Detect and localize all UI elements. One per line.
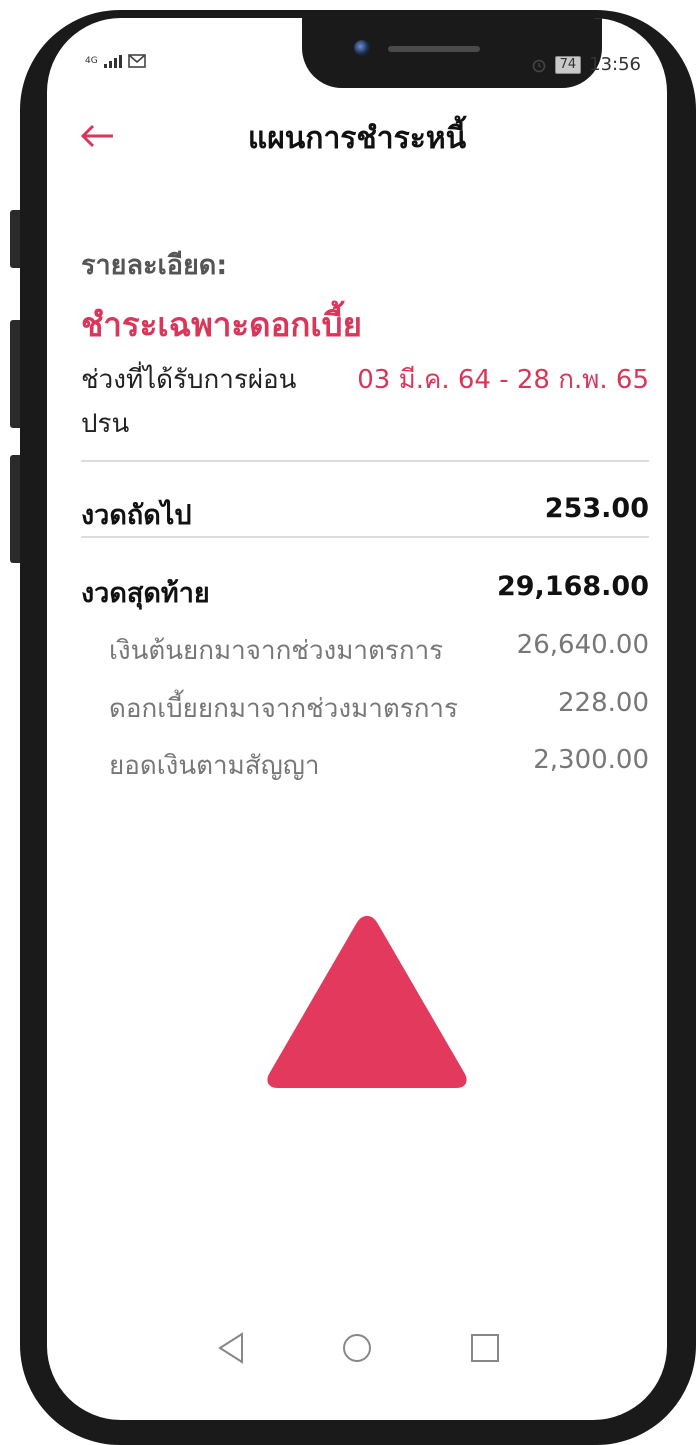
triangle-icon <box>267 916 467 1088</box>
next-installment-value: 253.00 <box>544 493 649 524</box>
breakdown-row: เงินต้นยกมาจากช่วงมาตรการ 26,640.00 <box>109 630 649 671</box>
breakdown-label: เงินต้นยกมาจากช่วงมาตรการ <box>109 636 444 666</box>
divider <box>81 536 649 538</box>
status-bar-left: 4G <box>85 54 146 68</box>
clock: 13:56 <box>589 54 641 75</box>
breakdown-row: ดอกเบี้ยยกมาจากช่วงมาตรการ 228.00 <box>109 688 649 729</box>
battery-icon: 74 <box>554 55 582 74</box>
phone-screen: 4G 74 13:56 แผนการชำระหนี้ รายละเอียด: ช… <box>47 18 667 1420</box>
nav-home-icon[interactable] <box>337 1328 377 1368</box>
nav-recents-icon[interactable] <box>465 1328 505 1368</box>
mail-icon <box>127 54 146 68</box>
phone-side-button <box>10 320 20 428</box>
notch <box>302 18 602 88</box>
speaker-grille <box>388 46 480 52</box>
plan-name: ชำระเฉพาะดอกเบี้ย <box>81 305 362 344</box>
system-nav-bar <box>47 1328 667 1388</box>
page-title: แผนการชำระหนี้ <box>247 121 467 156</box>
alarm-icon <box>532 59 545 72</box>
camera-icon <box>354 40 370 56</box>
breakdown-value: 2,300.00 <box>533 745 649 775</box>
final-installment-row: งวดสุดท้าย 29,168.00 <box>81 571 649 614</box>
phone-side-button <box>10 210 20 268</box>
network-type: 4G <box>85 55 98 66</box>
details-label: รายละเอียด: <box>81 250 228 281</box>
divider <box>81 460 649 462</box>
next-installment-row: งวดถัดไป 253.00 <box>81 493 649 536</box>
phone-side-button <box>10 455 20 563</box>
next-installment-label: งวดถัดไป <box>81 500 192 531</box>
breakdown-label: ดอกเบี้ยยกมาจากช่วงมาตรการ <box>109 694 458 724</box>
breakdown-row: ยอดเงินตามสัญญา 2,300.00 <box>109 745 649 786</box>
final-installment-value: 29,168.00 <box>496 571 649 602</box>
relief-period-label: ช่วงที่ได้รับการผ่อนปรน <box>81 365 297 439</box>
breakdown-value: 228.00 <box>558 688 649 718</box>
signal-icon <box>103 54 122 68</box>
status-bar-right: 74 13:56 <box>531 54 641 75</box>
relief-period-value: 03 มี.ค. 64 - 28 ก.พ. 65 <box>357 365 649 395</box>
final-installment-label: งวดสุดท้าย <box>81 578 210 609</box>
breakdown-value: 26,640.00 <box>516 630 649 660</box>
app-header: แผนการชำระหนี้ <box>47 113 667 163</box>
nav-back-icon[interactable] <box>212 1328 252 1368</box>
breakdown-label: ยอดเงินตามสัญญา <box>109 751 320 781</box>
